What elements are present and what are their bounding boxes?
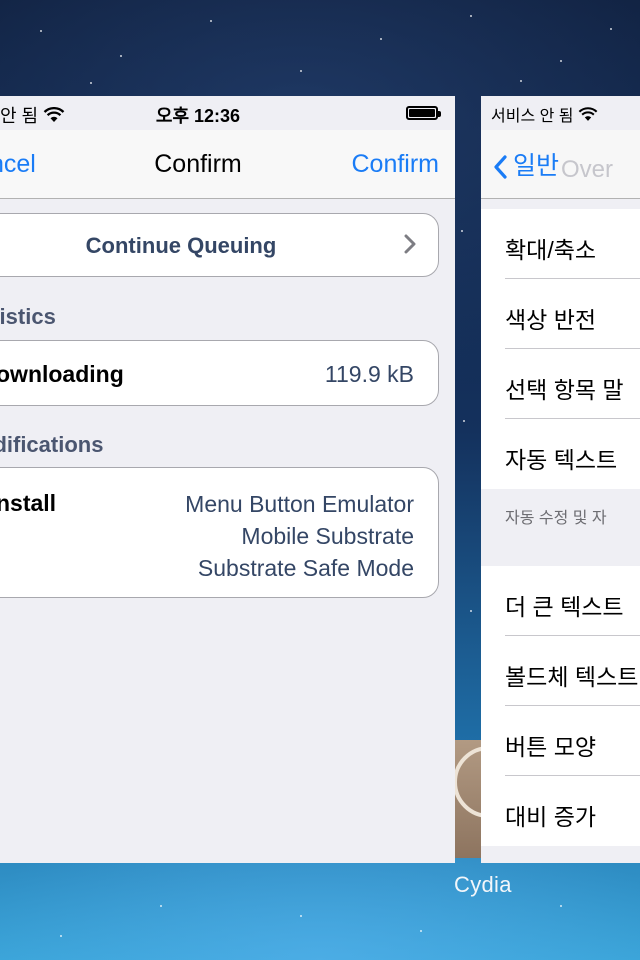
downloading-label: ownloading [0,361,124,387]
install-package-list: Menu Button Emulator Mobile Substrate Su… [185,488,414,584]
cydia-confirm-card[interactable]: 안 됨 오후 12:36 ncel Confirm Confirm Contin… [0,96,455,863]
status-time: 오후 12:36 [155,106,241,126]
package-name: Substrate Safe Mode [197,555,414,581]
continue-queuing-button[interactable]: Continue Queuing [0,213,439,277]
confirm-button[interactable]: Confirm [351,150,439,179]
settings-row[interactable]: 선택 항목 말 [481,349,640,419]
navigation-bar: Over 일반 [481,130,640,199]
settings-row[interactable]: 자동 텍스트 [481,419,640,489]
continue-queuing-label: Continue Queuing [85,233,277,258]
package-name: Mobile Substrate [241,523,414,549]
status-bar: 안 됨 오후 12:36 [0,96,455,130]
battery-icon [406,106,441,120]
row-label: 볼드체 텍스트 [505,664,639,690]
settings-row[interactable]: 색상 반전 [481,279,640,349]
settings-row[interactable]: 확대/축소 [481,209,640,279]
settings-row[interactable]: 더 큰 텍스트 [481,566,640,636]
statistics-header: atistics [0,304,56,329]
row-label: 더 큰 텍스트 [505,594,624,620]
downloading-row: ownloading 119.9 kB [0,340,439,406]
install-label: nstall [0,490,57,516]
carrier-text: 서비스 안 됨 [491,108,574,125]
back-button-label: 일반 [513,152,560,180]
status-bar: 서비스 안 됨 [491,102,598,127]
nav-title-faint: Over [561,156,614,183]
page-title: Confirm [154,150,242,178]
back-chevron-icon [494,155,507,179]
section-footer-note: 자동 수정 및 자 [505,510,607,527]
row-label: 색상 반전 [505,307,597,333]
settings-row[interactable]: 볼드체 텍스트 [481,636,640,706]
chevron-right-icon [404,234,416,254]
cydia-app-label[interactable]: Cydia [454,872,512,898]
settings-accessibility-card[interactable]: 서비스 안 됨 Over 일반 확대/축소 색상 반전 선택 항목 말 자동 텍… [481,96,640,863]
modifications-header: odifications [0,432,104,457]
row-label: 자동 텍스트 [505,447,618,473]
row-label: 버튼 모양 [505,734,597,760]
wifi-icon [578,107,598,127]
settings-row[interactable]: 대비 증가 [481,776,640,846]
settings-row[interactable]: 버튼 모양 [481,706,640,776]
package-name: Menu Button Emulator [185,491,414,517]
row-label: 선택 항목 말 [505,377,624,403]
downloading-size: 119.9 kB [324,361,414,387]
row-label: 확대/축소 [505,237,597,263]
install-row: nstall Menu Button Emulator Mobile Subst… [0,467,439,598]
back-button[interactable]: 일반 [493,146,559,182]
navigation-bar: ncel Confirm Confirm [0,130,455,199]
row-label: 대비 증가 [505,804,597,830]
